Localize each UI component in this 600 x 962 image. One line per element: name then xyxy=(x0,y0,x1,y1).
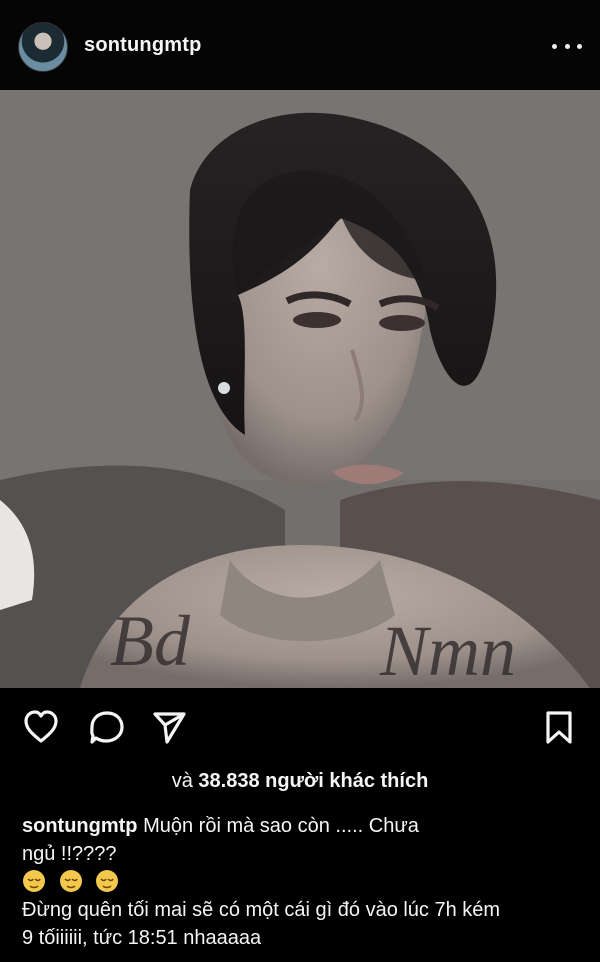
caption-line-4: Đừng quên tối mai sẽ có một cái gì đó và… xyxy=(22,899,501,921)
likes-count: 38.838 xyxy=(198,770,260,792)
post-header: sontungmtp xyxy=(0,0,600,90)
like-summary: và 38.838 người khác thích xyxy=(0,770,600,793)
send-icon[interactable] xyxy=(150,708,188,746)
likes-suffix: người khác thích xyxy=(265,770,429,792)
relieved-face-icon xyxy=(23,870,45,892)
post-photo[interactable]: Bd Nmn xyxy=(0,90,600,688)
caption-line-5: 9 tốiiiiii, tức 18:51 nhaaaaa xyxy=(22,927,262,949)
caption-username[interactable]: sontungmtp xyxy=(22,815,138,837)
heart-icon[interactable] xyxy=(22,708,60,746)
caption-text-1: Muộn rồi mà sao còn ..... Chưa xyxy=(143,815,419,837)
more-dot xyxy=(564,43,570,49)
more-dot xyxy=(577,43,582,49)
svg-text:Bd: Bd xyxy=(110,601,191,681)
svg-text:Nmn: Nmn xyxy=(379,611,516,688)
caption-line-1: sontungmtp Muộn rồi mà sao còn ..... Chư… xyxy=(22,812,582,840)
caption-line-2: ngủ !!???? xyxy=(22,843,117,865)
more-dot xyxy=(552,43,557,49)
bookmark-icon[interactable] xyxy=(540,708,578,746)
relieved-face-icon xyxy=(59,870,82,892)
profile-avatar[interactable] xyxy=(18,22,68,72)
post-actions xyxy=(0,704,600,752)
more-options-icon[interactable] xyxy=(552,34,582,58)
selfie-photo: Bd Nmn xyxy=(0,90,600,688)
relieved-face-icon xyxy=(96,870,119,892)
comment-icon[interactable] xyxy=(88,708,126,746)
caption-emojis xyxy=(22,868,582,896)
likes-prefix: và xyxy=(171,770,193,792)
profile-username[interactable]: sontungmtp xyxy=(84,34,202,57)
post-caption: sontungmtp Muộn rồi mà sao còn ..... Chư… xyxy=(22,812,582,952)
